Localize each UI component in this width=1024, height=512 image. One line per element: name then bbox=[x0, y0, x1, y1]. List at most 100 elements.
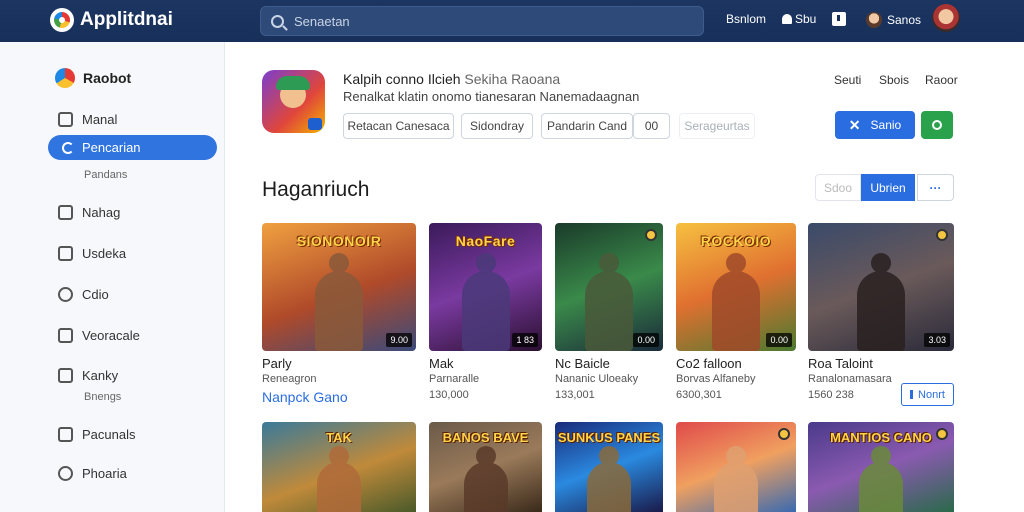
notifications-label: Sbu bbox=[795, 12, 817, 26]
rating-badge: 0.00 bbox=[766, 333, 792, 347]
sidebar-heading: Raobot bbox=[55, 68, 131, 88]
sidebar-item-label: Pacunals bbox=[82, 427, 136, 442]
character-art bbox=[857, 253, 905, 351]
game-name[interactable]: Mak bbox=[429, 356, 454, 371]
segment-tab[interactable]: Sdoo bbox=[815, 174, 861, 201]
filter-chip[interactable]: Sidondray bbox=[461, 113, 533, 139]
sidebar-subitem[interactable]: Pandans bbox=[84, 169, 127, 181]
game-genre: Ranalonamasara bbox=[808, 373, 892, 385]
primary-button-label: Sanio bbox=[870, 118, 902, 132]
sidebar-item-kanky[interactable]: Kanky bbox=[58, 368, 118, 383]
app-title: Kalpih conno Ilcieh Sekiha Raoana bbox=[343, 71, 560, 87]
sidebar-item-manal[interactable]: Manal bbox=[58, 112, 117, 127]
game-art-title: ROCKOIO bbox=[700, 233, 772, 249]
checkbox-icon bbox=[58, 246, 73, 261]
game-genre: Nananic Uloeaky bbox=[555, 373, 639, 385]
sidebar-item-label: Nahag bbox=[82, 205, 121, 220]
sidebar-item-veoracale[interactable]: Veoracale bbox=[58, 328, 140, 343]
user-menu[interactable]: Sanos bbox=[866, 12, 921, 28]
avatar bbox=[866, 12, 882, 28]
install-button[interactable]: Nonrt bbox=[901, 383, 954, 406]
sidebar-item-nahag[interactable]: Nahag bbox=[58, 205, 120, 220]
game-card-image[interactable] bbox=[676, 422, 796, 512]
badge-icon bbox=[936, 229, 948, 241]
meta-link[interactable]: Seuti bbox=[834, 73, 861, 87]
game-card-image[interactable]: 0.00 bbox=[555, 223, 663, 351]
filter-chip[interactable]: 00 bbox=[633, 113, 670, 139]
sidebar-item-cdio[interactable]: Cdio bbox=[58, 287, 109, 302]
profile-avatar[interactable] bbox=[932, 4, 960, 32]
sidebar-item-label: Pencarian bbox=[82, 140, 141, 155]
edit-icon bbox=[58, 328, 73, 343]
section-title: Haganriuch bbox=[262, 178, 370, 201]
app-title-main: Kalpih conno Ilcieh bbox=[343, 71, 461, 87]
bell-icon bbox=[782, 14, 792, 24]
sidebar-item-label: Manal bbox=[82, 112, 118, 127]
folder-icon bbox=[58, 368, 73, 383]
game-art-title: SUNKUS PANES bbox=[557, 430, 661, 445]
logo-text: Applitdnai bbox=[80, 9, 173, 30]
download-count: 130,000 bbox=[429, 389, 469, 401]
logo-icon bbox=[50, 8, 74, 32]
segment-tab-active[interactable]: Ubrien bbox=[861, 174, 915, 201]
app-logo[interactable]: Applitdnai bbox=[50, 8, 173, 32]
filter-chip[interactable]: Pandarin Cand bbox=[541, 113, 633, 139]
game-card-image[interactable]: MANTIOS CANO bbox=[808, 422, 954, 512]
notifications-link[interactable]: Sbu bbox=[782, 12, 816, 26]
game-name[interactable]: Nc Baicle bbox=[555, 356, 610, 371]
search-icon bbox=[932, 120, 942, 130]
chat-icon[interactable] bbox=[832, 12, 846, 26]
game-art-title: SIONONOIR bbox=[296, 233, 382, 249]
game-card-image[interactable]: BANOS BAVE bbox=[429, 422, 542, 512]
rating-badge: 9.00 bbox=[386, 333, 412, 347]
sidebar-item-label: Kanky bbox=[82, 368, 119, 383]
badge-icon bbox=[778, 428, 790, 440]
verified-badge-icon bbox=[308, 118, 322, 130]
game-name[interactable]: Parly bbox=[262, 356, 292, 371]
sidebar-item-usdeka[interactable]: Usdeka bbox=[58, 246, 126, 261]
more-options-button[interactable]: ··· bbox=[917, 174, 954, 201]
game-card-image[interactable]: TAK bbox=[262, 422, 416, 512]
game-link[interactable]: Nanpck Gano bbox=[262, 389, 348, 405]
search-placeholder: Senaetan bbox=[294, 13, 350, 29]
search-icon bbox=[271, 14, 284, 28]
game-name[interactable]: Co2 falloon bbox=[676, 356, 742, 371]
primary-button[interactable]: ✕ Sanio bbox=[835, 111, 915, 139]
header-link[interactable]: Bsnlom bbox=[726, 12, 766, 26]
download-count: 6300,301 bbox=[676, 389, 722, 401]
sidebar-item-label: Phoaria bbox=[82, 466, 127, 481]
compass-icon bbox=[58, 466, 73, 481]
rating-badge: 1 83 bbox=[512, 333, 538, 347]
rating-badge: 0.00 bbox=[633, 333, 659, 347]
grid-icon bbox=[58, 427, 73, 442]
chart-icon bbox=[58, 205, 73, 220]
game-card-image[interactable]: NaoFare 1 83 bbox=[429, 223, 542, 351]
game-card-image[interactable]: 3.03 bbox=[808, 223, 954, 351]
game-card-image[interactable]: SUNKUS PANES bbox=[555, 422, 663, 512]
top-bar: Applitdnai Senaetan Bsnlom Sbu Sanos bbox=[0, 0, 1024, 42]
game-art-title: TAK bbox=[326, 430, 352, 445]
game-name[interactable]: Roa Taloint bbox=[808, 356, 873, 371]
character-art bbox=[587, 446, 631, 512]
search-button[interactable] bbox=[921, 111, 953, 139]
game-card-image[interactable]: SIONONOIR 9.00 bbox=[262, 223, 416, 351]
filter-chip[interactable]: Serageurtas bbox=[679, 113, 755, 139]
game-genre: Reneagron bbox=[262, 373, 317, 385]
meta-link[interactable]: Raoor bbox=[925, 73, 958, 87]
sidebar-item-pacunals[interactable]: Pacunals bbox=[58, 427, 135, 442]
sidebar-item-phoaria[interactable]: Phoaria bbox=[58, 466, 127, 481]
badge-icon bbox=[936, 428, 948, 440]
sidebar-item-label: Usdeka bbox=[82, 246, 127, 261]
game-card-image[interactable]: ROCKOIO 0.00 bbox=[676, 223, 796, 351]
check-icon bbox=[58, 112, 73, 127]
badge-icon bbox=[645, 229, 657, 241]
filter-chip[interactable]: Retacan Canesaca bbox=[343, 113, 454, 139]
character-art bbox=[585, 253, 633, 351]
app-title-secondary: Sekiha Raoana bbox=[464, 71, 561, 87]
sidebar-subitem[interactable]: Bnengs bbox=[84, 391, 121, 403]
meta-link[interactable]: Sbois bbox=[879, 73, 909, 87]
download-count: 133,001 bbox=[555, 389, 595, 401]
search-input[interactable]: Senaetan bbox=[260, 6, 704, 36]
sidebar-heading-label: Raobot bbox=[83, 70, 132, 86]
sidebar-item-pencarian[interactable]: Pencarian bbox=[48, 135, 217, 160]
